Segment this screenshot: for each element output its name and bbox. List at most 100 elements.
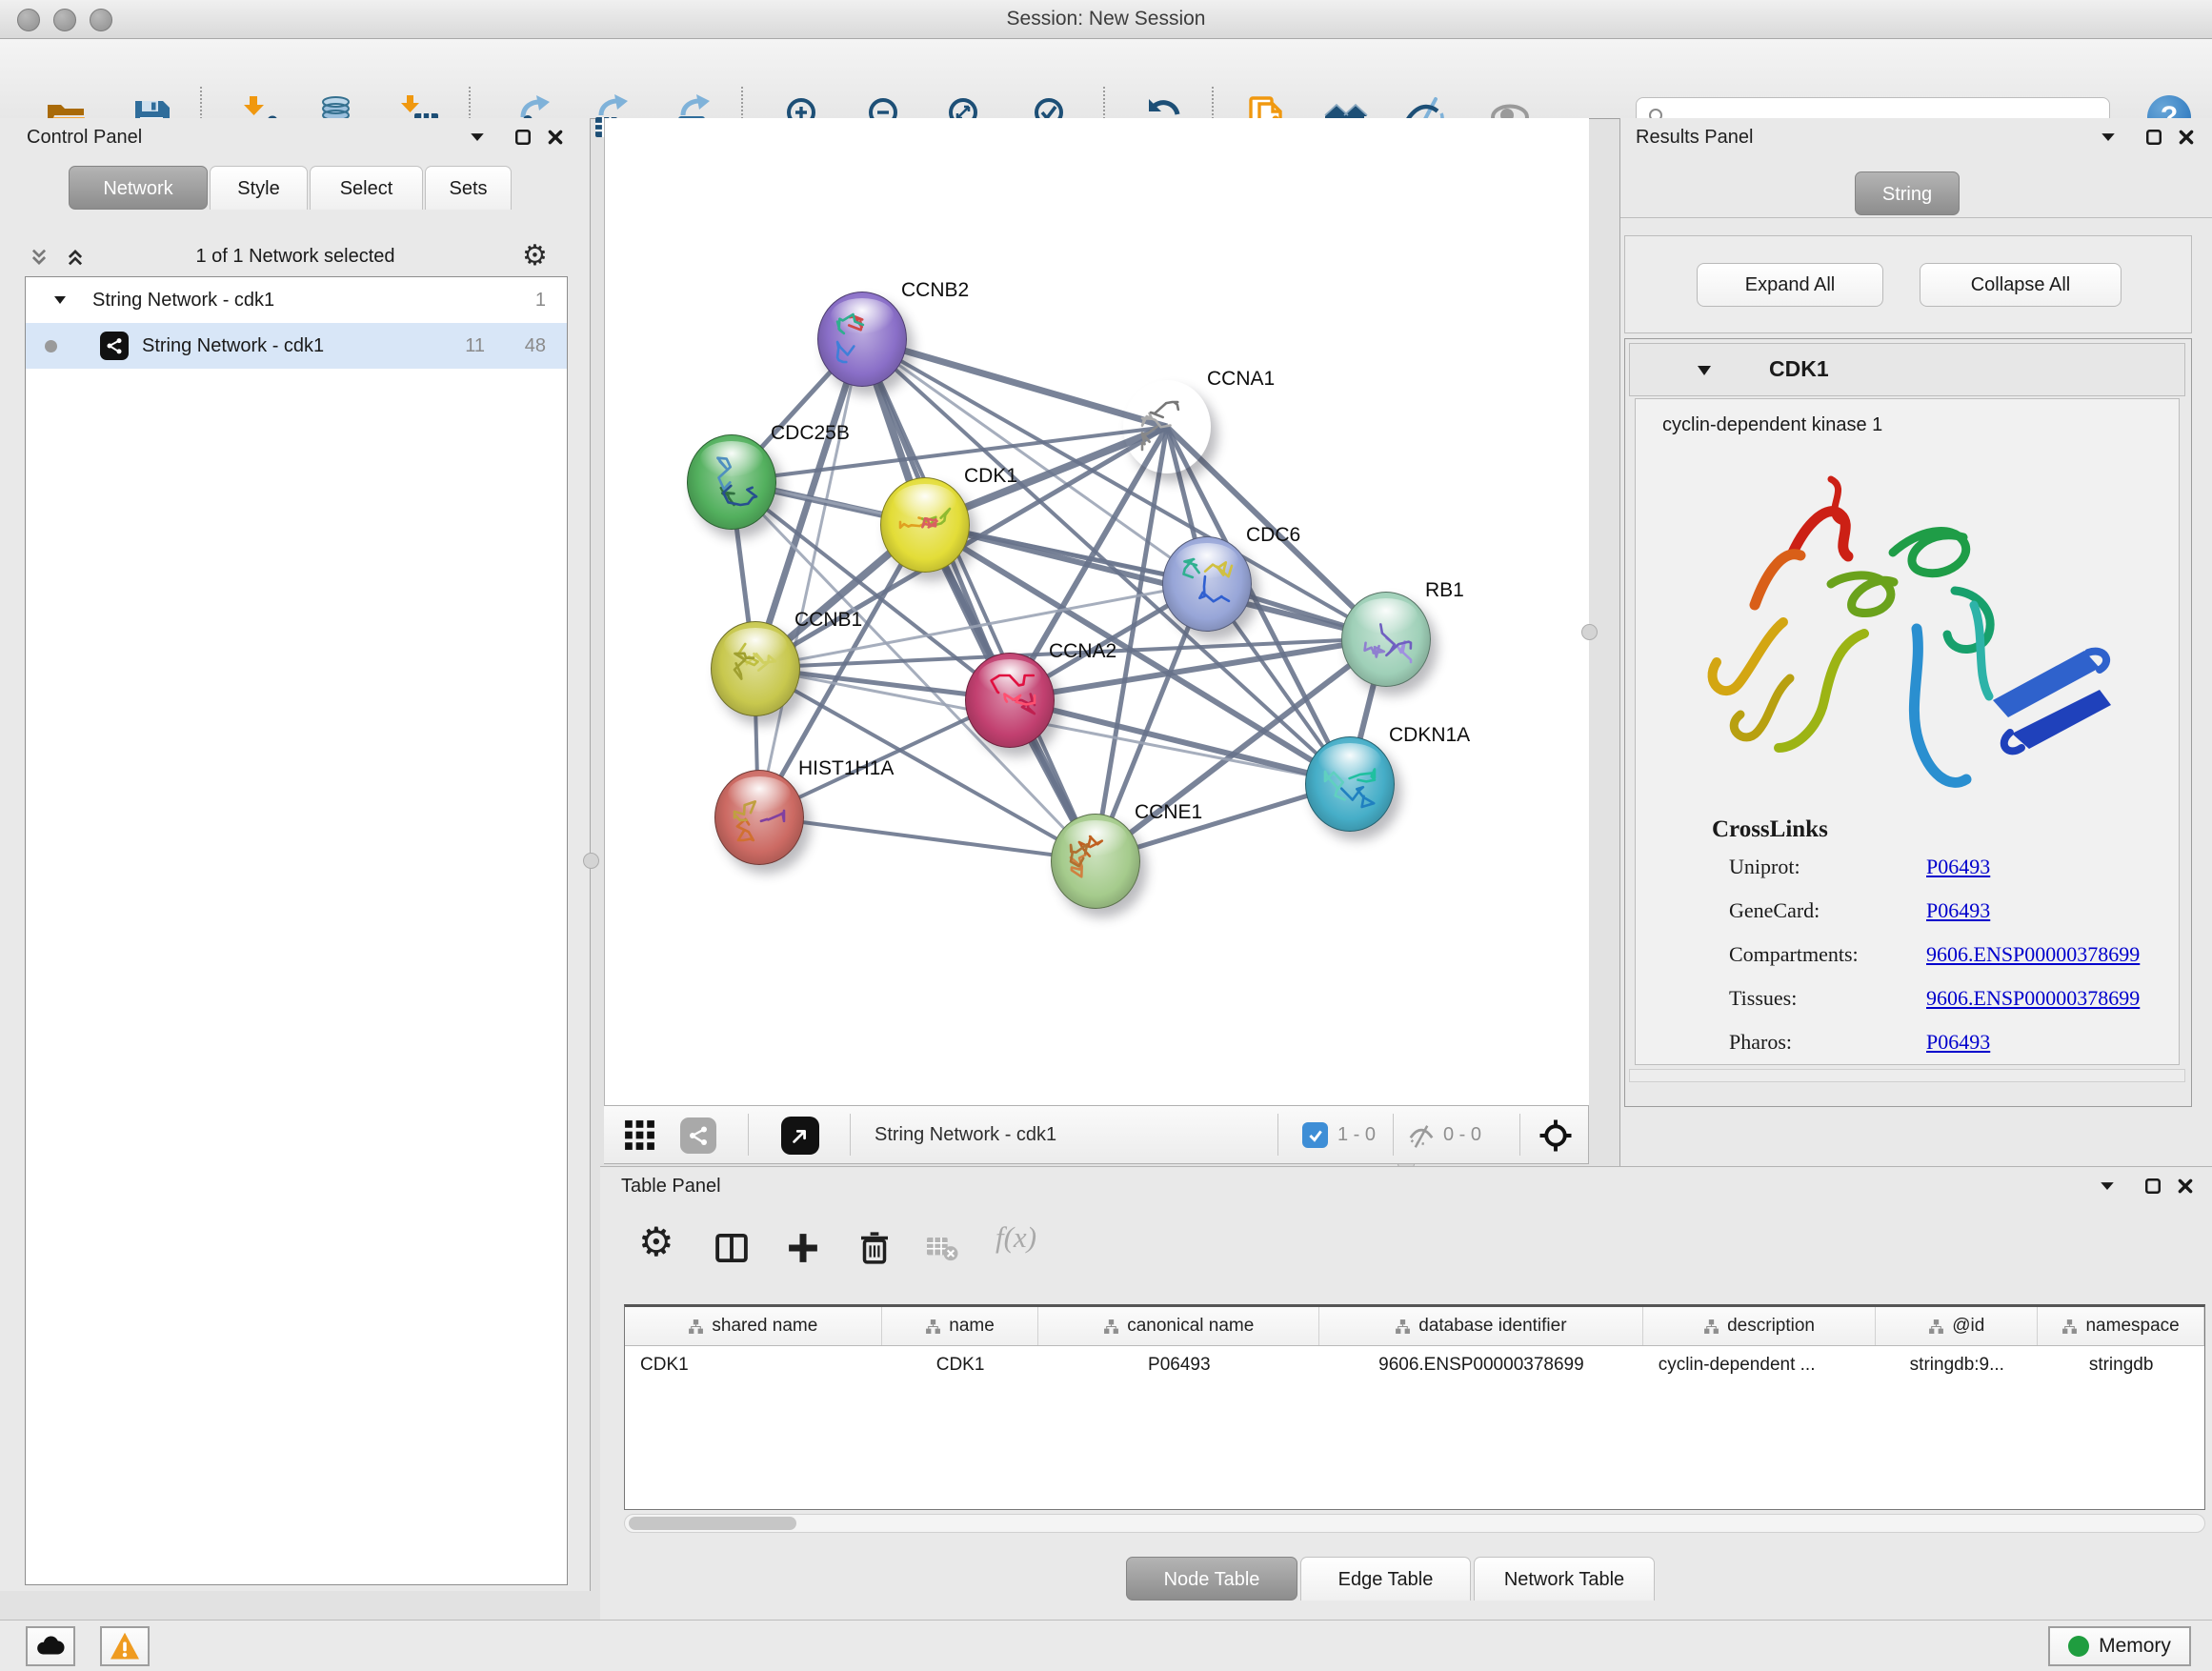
- table-panel-title: Table Panel: [621, 1176, 721, 1198]
- tab-node-table[interactable]: Node Table: [1126, 1557, 1297, 1601]
- add-column-icon[interactable]: [783, 1228, 823, 1268]
- table-cell[interactable]: P06493: [1038, 1346, 1319, 1384]
- crosslink-value-link[interactable]: P06493: [1926, 898, 1990, 923]
- column-header-namespace[interactable]: namespace: [2038, 1307, 2204, 1345]
- table-cell[interactable]: cyclin-dependent ...: [1643, 1346, 1877, 1384]
- memory-label: Memory: [2099, 1635, 2171, 1658]
- close-panel-icon[interactable]: [2178, 129, 2195, 146]
- memory-button[interactable]: Memory: [2048, 1626, 2191, 1666]
- table-horizontal-scrollbar[interactable]: [624, 1514, 2205, 1533]
- table-cell[interactable]: CDK1: [882, 1346, 1039, 1384]
- crosslink-value-link[interactable]: 9606.ENSP00000378699: [1926, 942, 2140, 967]
- column-type-icon: [1103, 1319, 1119, 1335]
- crosslinks-title: CrossLinks: [1712, 816, 1828, 843]
- tab-network[interactable]: Network: [69, 166, 208, 210]
- selected-count: 1 - 0: [1337, 1106, 1376, 1163]
- node-label-hist1h1a: HIST1H1A: [798, 757, 894, 780]
- network-node-cdc25b[interactable]: [687, 434, 776, 530]
- split-columns-icon[interactable]: [712, 1228, 752, 1268]
- crosslink-value-link[interactable]: 9606.ENSP00000378699: [1926, 986, 2140, 1011]
- column-header-canonical-name[interactable]: canonical name: [1038, 1307, 1319, 1345]
- selected-checkbox[interactable]: [1302, 1122, 1328, 1148]
- network-label: String Network - cdk1: [142, 335, 324, 357]
- string-results-list: CDK1 cyclin-dependent kinase 1: [1624, 338, 2192, 1107]
- collapse-panel-icon[interactable]: [2100, 129, 2117, 146]
- table-cell[interactable]: stringdb: [2038, 1346, 2204, 1384]
- table-settings-icon[interactable]: ⚙: [638, 1222, 674, 1262]
- crosslink-value-link[interactable]: P06493: [1926, 855, 1990, 879]
- collection-expander-icon[interactable]: [52, 292, 68, 308]
- column-header-description[interactable]: description: [1643, 1307, 1877, 1345]
- function-builder-icon: f(x): [995, 1220, 1036, 1255]
- entry-expander-icon[interactable]: [1696, 363, 1713, 378]
- close-panel-icon[interactable]: [547, 129, 564, 146]
- table-row[interactable]: CDK1CDK1P064939606.ENSP00000378699cyclin…: [625, 1346, 2204, 1384]
- tab-sets[interactable]: Sets: [425, 166, 512, 210]
- main-toolbar: ?: [0, 39, 2212, 119]
- network-node-rb1[interactable]: [1341, 592, 1431, 687]
- column-header-shared-name[interactable]: shared name: [625, 1307, 882, 1345]
- network-node-ccne1[interactable]: [1051, 814, 1140, 909]
- gene-entry-header[interactable]: CDK1: [1629, 343, 2185, 396]
- tab-edge-table[interactable]: Edge Table: [1300, 1557, 1471, 1601]
- title-bar: Session: New Session: [0, 0, 2212, 39]
- column-header--id[interactable]: @id: [1876, 1307, 2038, 1345]
- node-table: shared namenamecanonical namedatabase id…: [624, 1304, 2205, 1510]
- expand-all-button[interactable]: Expand All: [1697, 263, 1883, 307]
- crosslink-label: Uniprot:: [1729, 855, 1800, 878]
- network-node-ccna1[interactable]: [1123, 380, 1211, 473]
- node-label-ccna2: CCNA2: [1049, 640, 1116, 663]
- node-label-ccnb1: CCNB1: [794, 609, 862, 632]
- network-node-ccnb2[interactable]: [817, 292, 907, 387]
- network-row[interactable]: String Network - cdk1 11 48: [26, 323, 567, 369]
- open-in-window-icon[interactable]: [781, 1117, 819, 1155]
- current-network-dot-icon: [45, 340, 57, 352]
- right-splitter-handle[interactable]: [1581, 624, 1598, 640]
- fit-content-icon[interactable]: [1538, 1118, 1573, 1153]
- crosslink-value-link[interactable]: P06493: [1926, 1030, 1990, 1055]
- crosslink-label: Pharos:: [1729, 1030, 1792, 1054]
- delete-column-icon[interactable]: [855, 1228, 895, 1268]
- cloud-icon[interactable]: [26, 1626, 75, 1666]
- column-header-name[interactable]: name: [882, 1307, 1039, 1345]
- control-panel: Control Panel NetworkStyleSelectSets 1 o…: [0, 118, 591, 1591]
- results-scrollbar[interactable]: [1629, 1069, 2185, 1082]
- gene-name: CDK1: [1769, 356, 1829, 382]
- network-node-hist1h1a[interactable]: [714, 770, 804, 865]
- hidden-eye-icon: [1407, 1122, 1436, 1151]
- column-type-icon: [1395, 1319, 1411, 1335]
- table-cell[interactable]: CDK1: [625, 1346, 882, 1384]
- collapse-panel-icon[interactable]: [469, 129, 486, 146]
- tab-string[interactable]: String: [1855, 171, 1960, 215]
- network-node-cdc6[interactable]: [1162, 536, 1252, 632]
- tab-style[interactable]: Style: [210, 166, 308, 210]
- network-collection-row[interactable]: String Network - cdk1 1: [26, 277, 567, 323]
- crosslink-label: Tissues:: [1729, 986, 1797, 1010]
- left-splitter-handle[interactable]: [583, 853, 599, 869]
- tab-select[interactable]: Select: [310, 166, 423, 210]
- network-canvas[interactable]: CCNB2CCNA1CDC25BCDK1CDC6RB1CCNB1CCNA2CDK…: [604, 118, 1589, 1105]
- network-node-ccnb1[interactable]: [711, 621, 800, 716]
- column-type-icon: [925, 1319, 941, 1335]
- float-panel-icon[interactable]: [514, 129, 532, 146]
- node-label-cdk1: CDK1: [964, 465, 1017, 488]
- tab-network-table[interactable]: Network Table: [1474, 1557, 1655, 1601]
- scrollbar-thumb[interactable]: [629, 1517, 796, 1530]
- grid-view-icon[interactable]: [622, 1117, 657, 1153]
- collapse-panel-icon[interactable]: [2099, 1178, 2116, 1195]
- table-cell[interactable]: stringdb:9...: [1876, 1346, 2038, 1384]
- network-node-cdk1[interactable]: [880, 477, 970, 573]
- share-view-icon[interactable]: [680, 1117, 716, 1154]
- table-cell[interactable]: 9606.ENSP00000378699: [1319, 1346, 1643, 1384]
- close-panel-icon[interactable]: [2177, 1178, 2194, 1195]
- hidden-count: 0 - 0: [1443, 1106, 1481, 1163]
- network-options-gear-icon[interactable]: ⚙: [522, 239, 548, 272]
- network-view-toolbar: String Network - cdk1 1 - 0 0 - 0: [604, 1105, 1589, 1164]
- float-panel-icon[interactable]: [2144, 1178, 2162, 1195]
- warning-icon[interactable]: [100, 1626, 150, 1666]
- collapse-all-button[interactable]: Collapse All: [1920, 263, 2122, 307]
- float-panel-icon[interactable]: [2145, 129, 2162, 146]
- network-node-ccna2[interactable]: [965, 653, 1055, 748]
- column-header-database-identifier[interactable]: database identifier: [1319, 1307, 1643, 1345]
- network-node-cdkn1a[interactable]: [1305, 736, 1395, 832]
